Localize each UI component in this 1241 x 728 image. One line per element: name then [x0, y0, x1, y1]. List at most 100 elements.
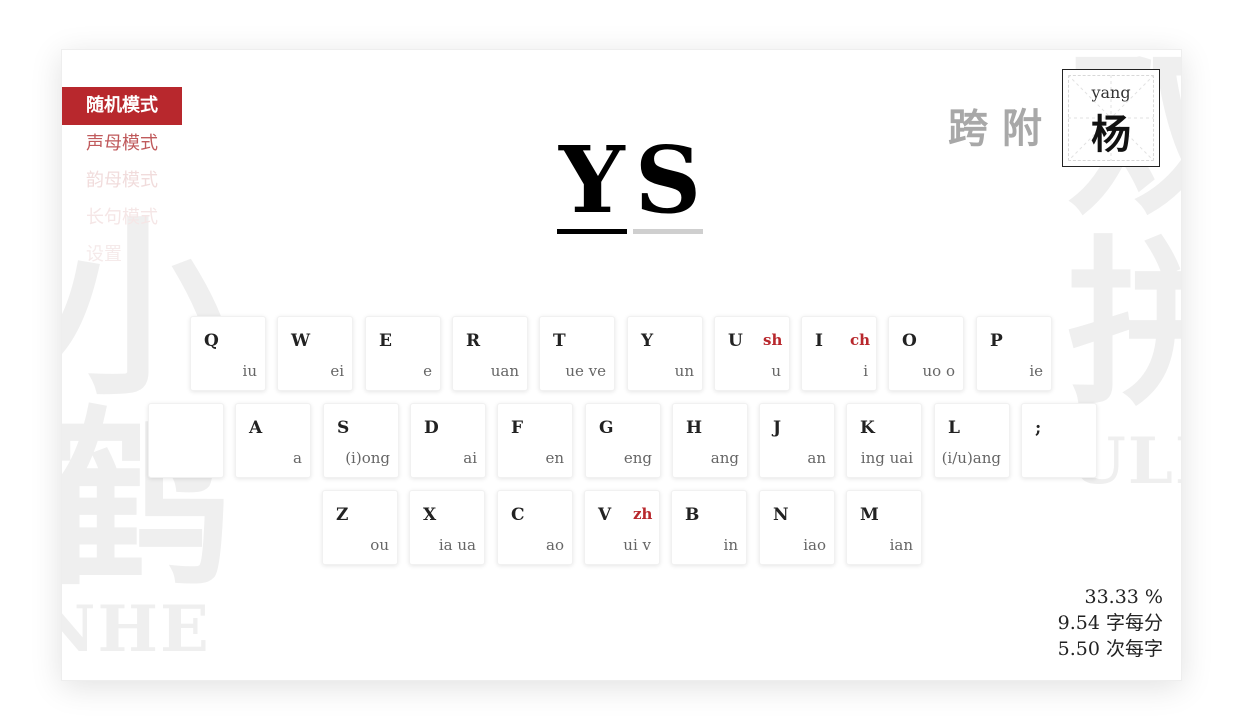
menu-item-sentence-mode[interactable]: 长句模式 — [62, 199, 182, 236]
key-final: ei — [330, 362, 344, 380]
key-letter: Z — [336, 505, 349, 525]
stat-strokes: 5.50 次每字 — [1057, 638, 1163, 660]
key-letter: O — [902, 331, 917, 351]
key-initial: zh — [633, 505, 653, 523]
key-letter: D — [424, 418, 439, 438]
key-blank[interactable] — [148, 403, 224, 478]
key-final: u — [771, 362, 781, 380]
key-final: ai — [463, 449, 477, 467]
current-char-pinyin: yang — [1091, 83, 1131, 102]
key-final: uo o — [922, 362, 956, 380]
key-s[interactable]: S (i)ong — [323, 403, 399, 478]
menu-item-random-mode[interactable]: 随机模式 — [62, 87, 182, 125]
key-p[interactable]: Pie — [976, 316, 1052, 391]
key-letter: ; — [1035, 418, 1042, 438]
key-e[interactable]: Ee — [365, 316, 441, 391]
previous-chars: 跨附 — [948, 105, 1056, 152]
key-b[interactable]: Bin — [671, 490, 747, 565]
key-final: (i)ong — [345, 449, 390, 467]
key-letter: S — [337, 418, 350, 438]
key-r[interactable]: Ruan — [452, 316, 528, 391]
key-letter: G — [599, 418, 614, 438]
key-letter: I — [815, 331, 823, 351]
key-l[interactable]: L (i/u)ang — [934, 403, 1010, 478]
key-o[interactable]: Ouo o — [888, 316, 964, 391]
stat-speed: 9.54 字每分 — [1057, 612, 1163, 634]
key-final: eng — [623, 449, 652, 467]
key-n[interactable]: Niao — [759, 490, 835, 565]
key-letter: T — [553, 331, 566, 351]
key-letter: A — [249, 418, 263, 438]
key-h[interactable]: Hang — [672, 403, 748, 478]
key-letter: F — [511, 418, 524, 438]
key-final: uan — [490, 362, 519, 380]
key-v[interactable]: Vzh ui v — [584, 490, 660, 565]
key-a[interactable]: Aa — [235, 403, 311, 478]
current-char-hanzi: 杨 — [1091, 111, 1131, 158]
key-final: ue ve — [565, 362, 606, 380]
key-letter: X — [423, 505, 437, 525]
key-f[interactable]: Fen — [497, 403, 573, 478]
key-final: ou — [370, 536, 389, 554]
key-g[interactable]: Geng — [585, 403, 661, 478]
key-final: iao — [803, 536, 826, 554]
key-final: ing uai — [860, 449, 913, 467]
key-i[interactable]: Ich i — [801, 316, 877, 391]
key-final: en — [545, 449, 564, 467]
key-final: i — [863, 362, 868, 380]
current-char-box: yang 杨 — [1062, 69, 1160, 167]
key-x[interactable]: Xia ua — [409, 490, 485, 565]
stats-panel: 33.33 % 9.54 字每分 5.50 次每字 — [1058, 584, 1163, 662]
app-card: 小 鹤 NHE 双 拼 ULI 随机模式 声母模式 韵母模式 长句模式 设置 Y… — [61, 49, 1182, 681]
key-letter: P — [990, 331, 1003, 351]
key-initial: ch — [850, 331, 871, 349]
key-final: a — [293, 449, 302, 467]
key-letter: H — [686, 418, 703, 438]
key-final: ao — [546, 536, 564, 554]
key-letter: W — [291, 331, 311, 351]
key-final: ang — [710, 449, 739, 467]
key-letter: K — [860, 418, 875, 438]
key-final: ui v — [623, 536, 651, 554]
key-k[interactable]: King uai — [846, 403, 922, 478]
key-j[interactable]: Jan — [759, 403, 835, 478]
key-final: iu — [242, 362, 257, 380]
key-letter: Q — [204, 331, 219, 351]
key-letter: U — [728, 331, 743, 351]
key-final: an — [807, 449, 826, 467]
key-u[interactable]: Ush u — [714, 316, 790, 391]
code-letter-final: S — [632, 126, 704, 234]
key-letter: R — [466, 331, 481, 351]
key-z[interactable]: Zou — [322, 490, 398, 565]
key-final: ian — [889, 536, 913, 554]
key-final: un — [674, 362, 694, 380]
key-letter: N — [773, 505, 789, 525]
key-q[interactable]: Qiu — [190, 316, 266, 391]
key-y[interactable]: Yun — [627, 316, 703, 391]
key-letter: B — [685, 505, 700, 525]
typed-code: Y S — [557, 126, 704, 234]
key-letter: M — [860, 505, 879, 525]
code-letter-initial: Y — [557, 126, 627, 234]
key-semicolon[interactable]: ; — [1021, 403, 1097, 478]
key-t[interactable]: Tue ve — [539, 316, 615, 391]
key-final: ie — [1029, 362, 1043, 380]
key-letter: E — [379, 331, 392, 351]
key-d[interactable]: Dai — [410, 403, 486, 478]
background-char-right-2: 拼 — [1067, 235, 1181, 415]
key-initial: sh — [763, 331, 783, 349]
key-letter: C — [511, 505, 525, 525]
key-final: (i/u)ang — [941, 449, 1001, 467]
key-letter: J — [773, 418, 782, 438]
menu-item-initial-mode[interactable]: 声母模式 — [62, 125, 182, 162]
menu-item-settings[interactable]: 设置 — [62, 236, 182, 273]
key-m[interactable]: Mian — [846, 490, 922, 565]
menu-item-final-mode[interactable]: 韵母模式 — [62, 162, 182, 199]
key-c[interactable]: Cao — [497, 490, 573, 565]
key-final: e — [423, 362, 432, 380]
key-letter: Y — [641, 331, 654, 351]
key-w[interactable]: Wei — [277, 316, 353, 391]
mode-menu: 随机模式 声母模式 韵母模式 长句模式 设置 — [62, 87, 182, 273]
key-letter: L — [948, 418, 960, 438]
stat-accuracy: 33.33 % — [1084, 586, 1164, 608]
